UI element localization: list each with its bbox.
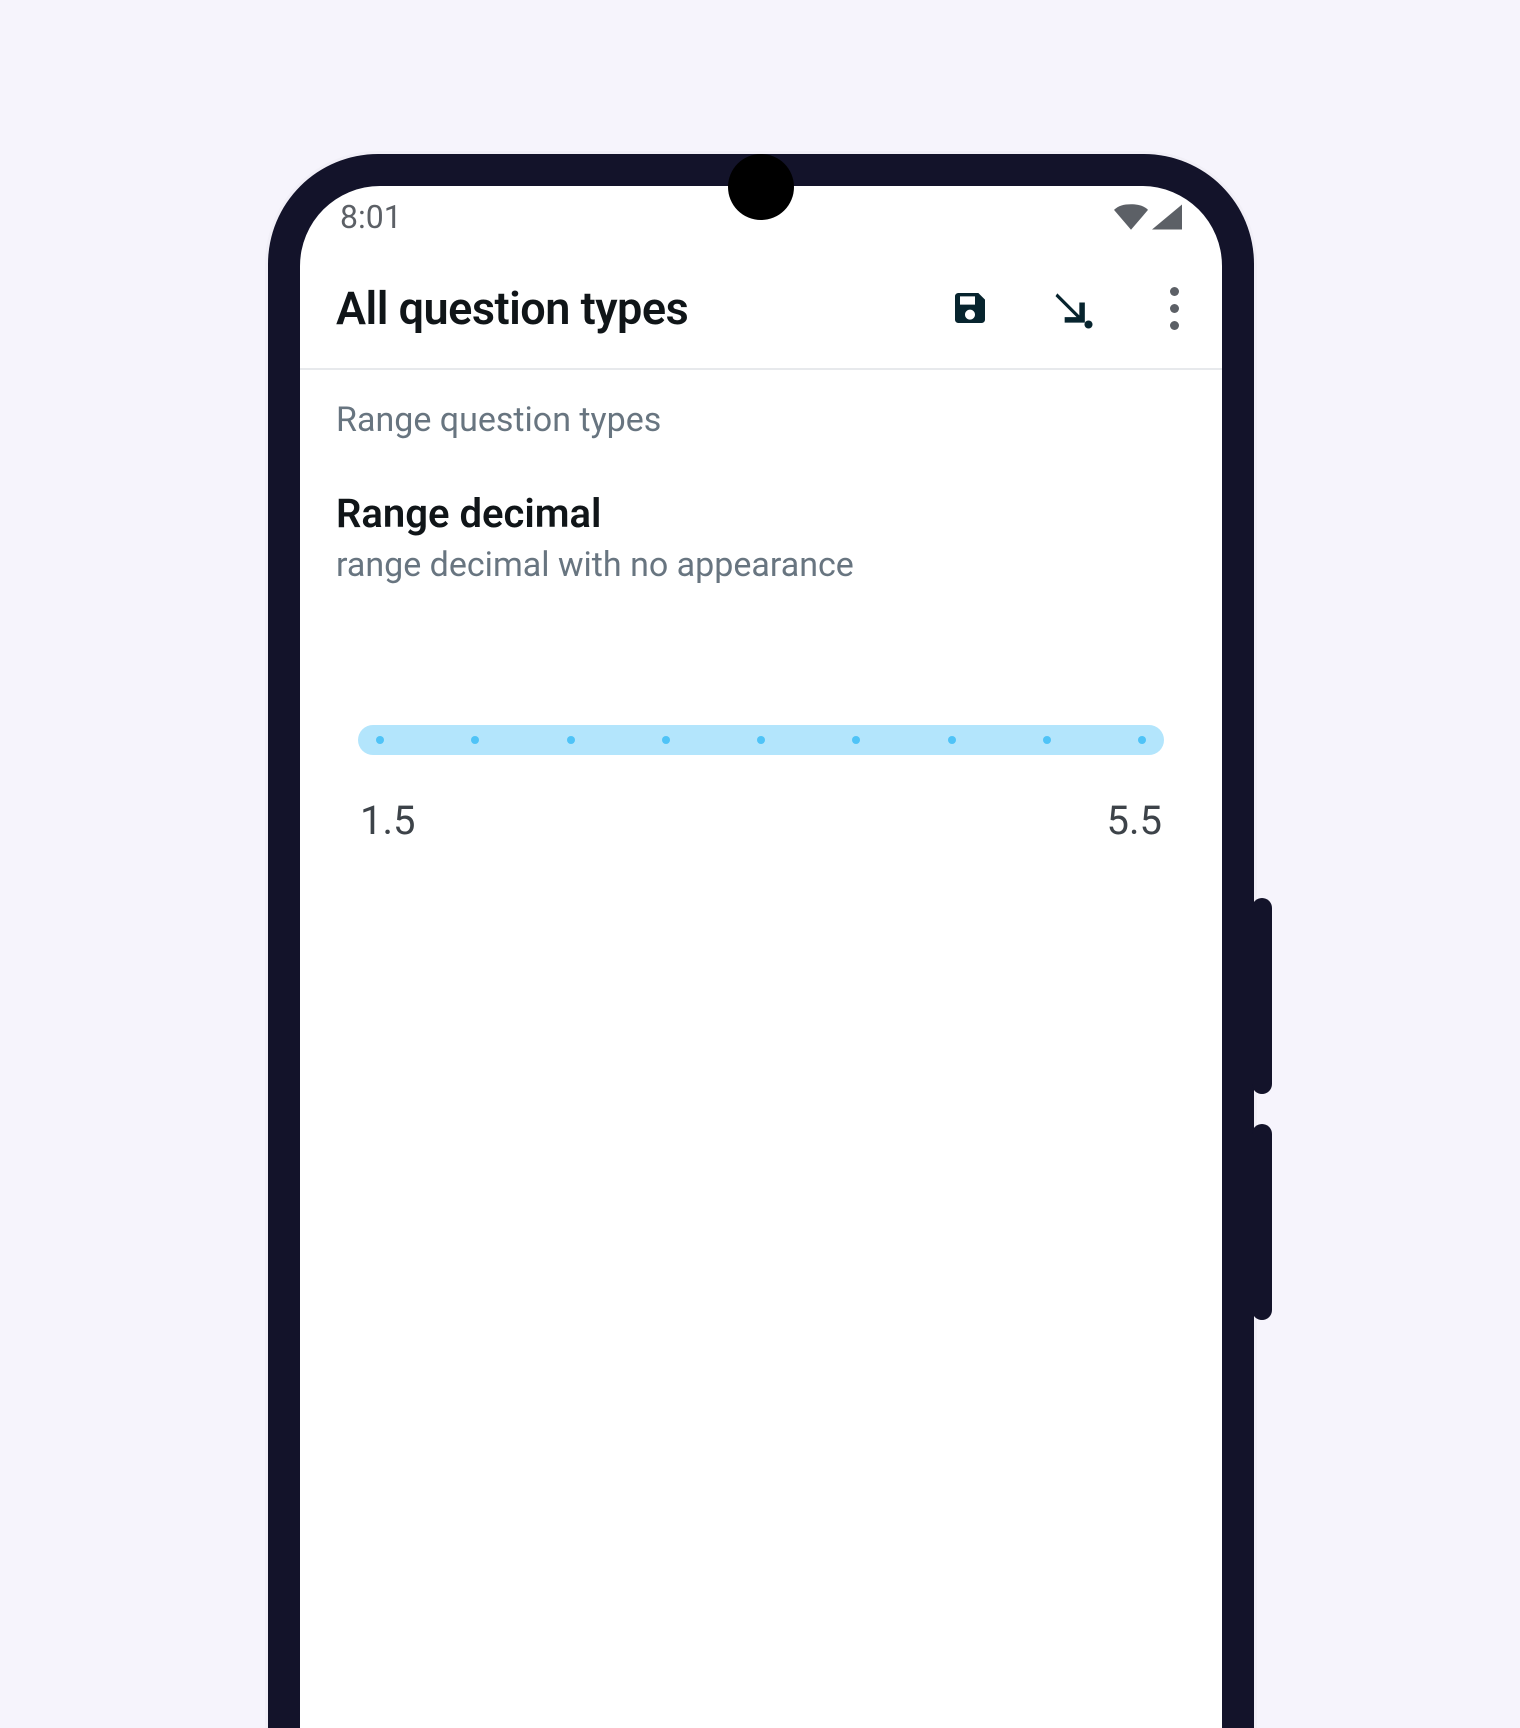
slider-tick (471, 736, 479, 744)
arrow-down-right-icon (1050, 286, 1094, 330)
status-bar: 8:01 (300, 186, 1222, 248)
slider-tick (948, 736, 956, 744)
more-vert-icon (1170, 287, 1179, 296)
section-label: Range question types (336, 400, 1186, 440)
screen: 8:01 All question types (300, 186, 1222, 1728)
save-button[interactable] (948, 286, 992, 330)
question-hint: range decimal with no appearance (336, 545, 1186, 585)
content-area: Range question types Range decimal range… (300, 370, 1222, 874)
app-bar: All question types (300, 248, 1222, 370)
slider-min-label: 1.5 (360, 797, 416, 844)
volume-down-button[interactable] (1252, 1124, 1272, 1320)
slider-max-label: 5.5 (1106, 797, 1162, 844)
slider-tick (757, 736, 765, 744)
slider-tick (376, 736, 384, 744)
question-title: Range decimal (336, 490, 1186, 537)
jump-button[interactable] (1050, 286, 1094, 330)
page-title: All question types (336, 282, 948, 335)
slider-tick (567, 736, 575, 744)
slider-tick (662, 736, 670, 744)
status-icons (1114, 204, 1182, 230)
slider-tick (1043, 736, 1051, 744)
slider-tick (852, 736, 860, 744)
status-time: 8:01 (340, 198, 402, 236)
slider-tick (1138, 736, 1146, 744)
save-icon (950, 288, 990, 328)
device-frame: 8:01 All question types (268, 154, 1254, 1728)
volume-up-button[interactable] (1252, 898, 1272, 1094)
range-slider[interactable] (358, 725, 1164, 755)
wifi-icon (1114, 204, 1148, 230)
cellular-signal-icon (1152, 204, 1182, 230)
overflow-menu-button[interactable] (1152, 286, 1196, 330)
